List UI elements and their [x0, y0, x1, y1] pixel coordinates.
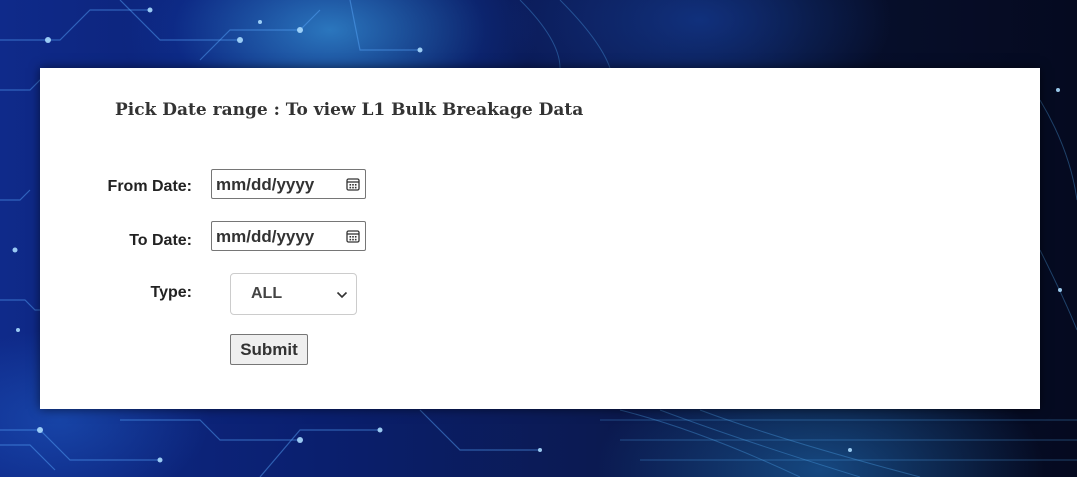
page-title: Pick Date range : To view L1 Bulk Breaka…	[115, 100, 584, 120]
type-select-value: ALL	[251, 285, 283, 302]
type-label: Type:	[150, 284, 192, 301]
to-date-value: mm/dd/yyyy	[216, 227, 315, 246]
type-select[interactable]: ALL	[230, 273, 357, 315]
to-date-label: To Date:	[129, 232, 192, 249]
from-date-label: From Date:	[107, 178, 192, 195]
submit-button[interactable]: Submit	[230, 334, 308, 365]
chevron-down-icon	[336, 291, 348, 299]
calendar-icon[interactable]	[346, 177, 360, 191]
from-date-input[interactable]: mm/dd/yyyy	[211, 169, 366, 199]
to-date-input[interactable]: mm/dd/yyyy	[211, 221, 366, 251]
from-date-value: mm/dd/yyyy	[216, 175, 315, 194]
calendar-icon[interactable]	[346, 229, 360, 243]
date-range-form-panel: Pick Date range : To view L1 Bulk Breaka…	[40, 68, 1040, 409]
